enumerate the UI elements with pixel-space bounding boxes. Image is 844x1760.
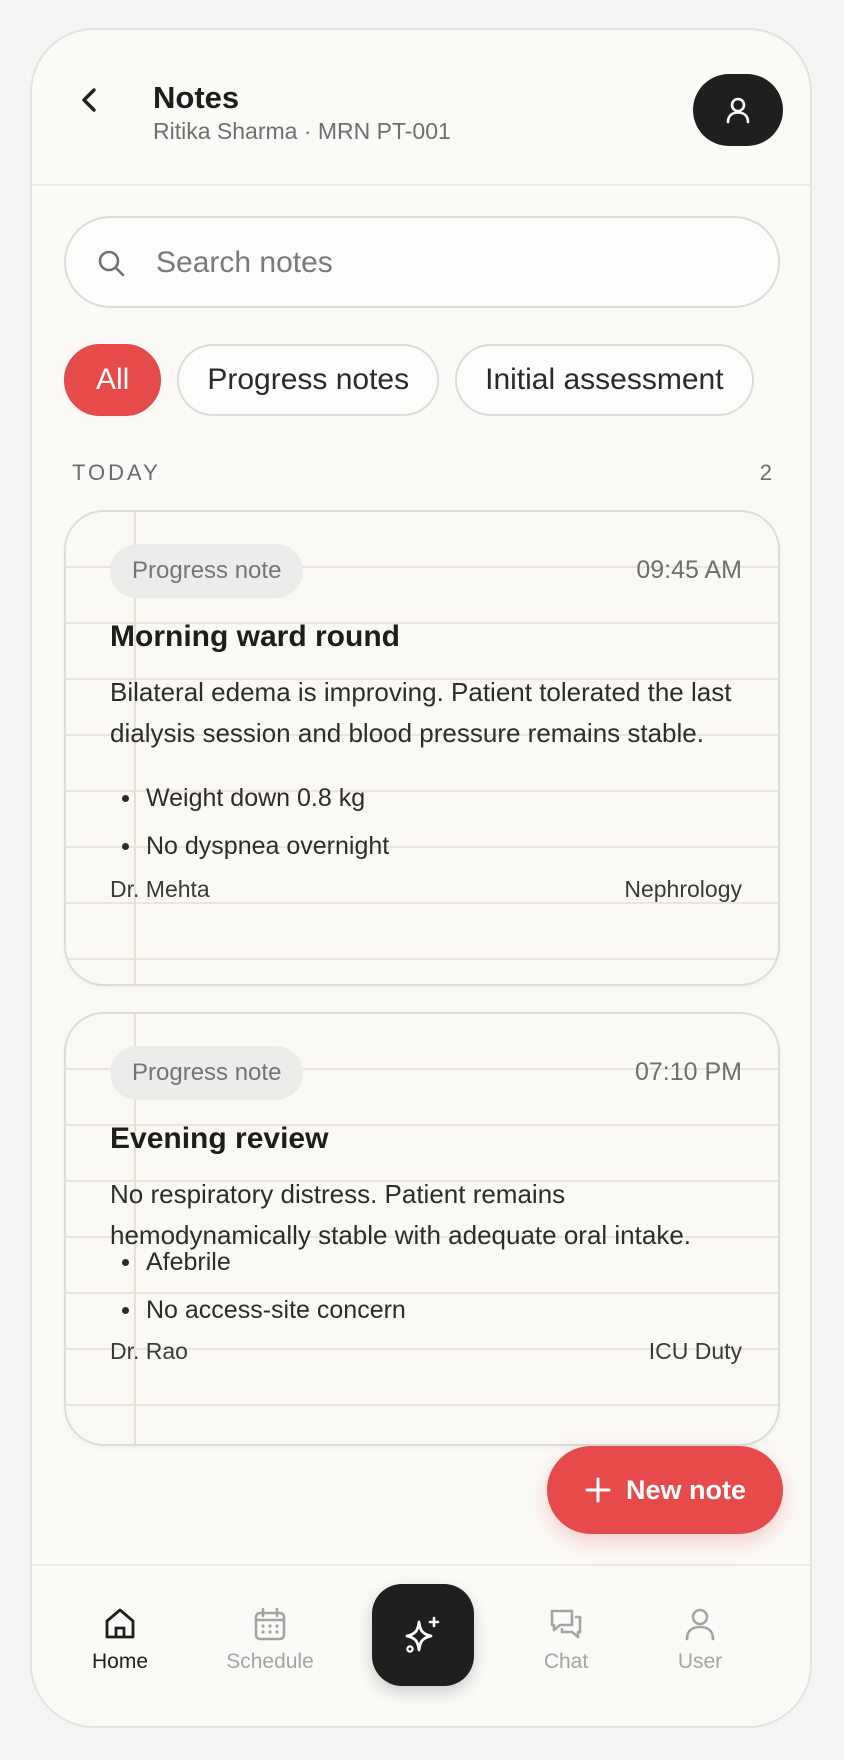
- chevron-left-icon: [82, 88, 96, 112]
- search-bar: [64, 216, 780, 308]
- sparkle-icon: [405, 1616, 440, 1653]
- note-bullets: Weight down 0.8 kg No dyspnea overnight: [110, 774, 389, 870]
- profile-button[interactable]: [693, 74, 783, 146]
- note-bullet-item: Afebrile: [110, 1238, 406, 1286]
- page-title: Notes: [153, 80, 240, 115]
- nav-item-schedule[interactable]: Schedule: [210, 1606, 330, 1674]
- note-time: 07:10 PM: [634, 1058, 742, 1086]
- note-author: Dr. Rao: [110, 1338, 188, 1364]
- note-bullets: Afebrile No access-site concern: [110, 1238, 406, 1334]
- note-title: Evening review: [110, 1122, 329, 1155]
- back-button[interactable]: [72, 82, 108, 118]
- search-icon: [98, 250, 125, 277]
- nav-label: Chat: [543, 1650, 589, 1673]
- note-bullet-item: No dyspnea overnight: [110, 822, 389, 870]
- chat-icon: [550, 1609, 582, 1639]
- section-label-today: TODAY: [72, 460, 161, 485]
- filter-chips: All Progress notes Initial assessment: [64, 344, 754, 416]
- new-note-label: New note: [625, 1474, 746, 1505]
- note-type-badge: Progress note: [110, 544, 304, 598]
- new-note-button[interactable]: New note: [547, 1446, 783, 1534]
- note-type-badge: Progress note: [110, 1046, 304, 1100]
- note-department: ICU Duty: [648, 1338, 742, 1364]
- home-icon: [105, 1608, 135, 1639]
- app-header: Notes Ritika Sharma · MRN PT-001: [32, 30, 810, 186]
- note-author: Dr. Mehta: [110, 876, 210, 902]
- search-input[interactable]: [154, 240, 748, 286]
- nav-label: Home: [91, 1650, 149, 1673]
- user-icon: [726, 97, 750, 124]
- assistant-button[interactable]: [372, 1584, 474, 1686]
- nav-item-user[interactable]: User: [640, 1606, 760, 1674]
- note-body: Bilateral edema is improving. Patient to…: [110, 677, 732, 748]
- bottom-nav: Home Schedule Chat User: [32, 1564, 810, 1726]
- section-count: 2: [759, 460, 772, 485]
- note-card[interactable]: Progress note 09:45 AM Morning ward roun…: [64, 510, 780, 986]
- note-time: 09:45 AM: [636, 556, 742, 584]
- notes-screen: Notes Ritika Sharma · MRN PT-001 All Pro…: [30, 28, 812, 1728]
- nav-item-home[interactable]: Home: [60, 1606, 180, 1674]
- note-department: Nephrology: [624, 876, 742, 902]
- note-bullet-item: No access-site concern: [110, 1286, 406, 1334]
- calendar-icon: [254, 1607, 286, 1641]
- note-title: Morning ward round: [110, 620, 400, 653]
- note-bullet-item: Weight down 0.8 kg: [110, 774, 389, 822]
- user-icon: [685, 1608, 715, 1641]
- filter-chip-progress-notes[interactable]: Progress notes: [177, 344, 440, 416]
- filter-chip-initial-assessment[interactable]: Initial assessment: [455, 344, 754, 416]
- patient-subtitle: Ritika Sharma · MRN PT-001: [153, 118, 451, 144]
- filter-chip-all[interactable]: All: [64, 344, 162, 416]
- nav-label: User: [677, 1650, 723, 1673]
- nav-item-chat[interactable]: Chat: [506, 1606, 626, 1674]
- plus-icon: [585, 1477, 611, 1503]
- note-card[interactable]: Progress note 07:10 PM Evening review No…: [64, 1012, 780, 1446]
- nav-label: Schedule: [226, 1650, 314, 1673]
